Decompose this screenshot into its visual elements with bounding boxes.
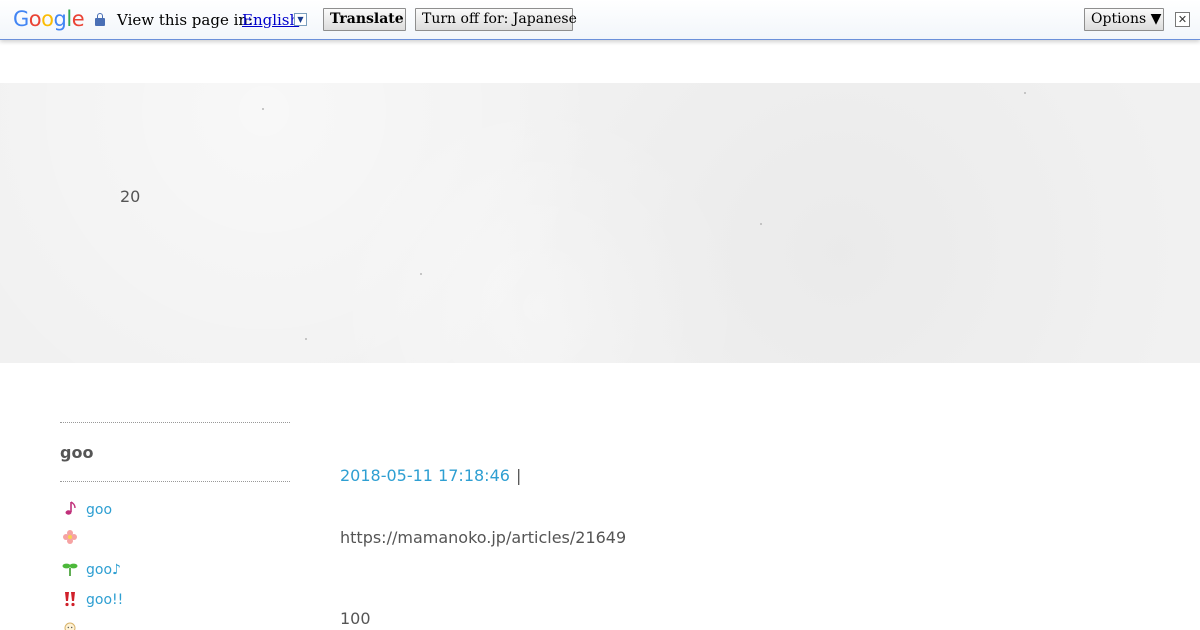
sprout-icon xyxy=(62,563,78,576)
logo-letter: o xyxy=(41,7,54,31)
post-date-link[interactable]: 2018-05-11 17:18:46 xyxy=(340,466,510,485)
post-date-line: 2018-05-11 17:18:46 | xyxy=(340,466,521,486)
sidebar-item-goo[interactable]: goo xyxy=(60,500,290,520)
logo-letter: G xyxy=(13,7,29,31)
lock-icon xyxy=(95,13,105,26)
sidebar-item-flower[interactable] xyxy=(60,528,290,548)
post-number-text: 100 xyxy=(340,609,371,628)
close-icon[interactable]: ✕ xyxy=(1175,12,1190,27)
turn-off-button[interactable]: Turn off for: Japanese xyxy=(415,8,577,31)
post-url-text: https://mamanoko.jp/articles/21649 xyxy=(340,528,627,547)
options-button[interactable]: Options ▼ xyxy=(1084,8,1164,31)
sidebar-title: goo xyxy=(60,443,94,462)
sidebar-item-goo-note[interactable]: goo♪ xyxy=(60,560,290,580)
chevron-down-icon[interactable]: ▼ xyxy=(294,13,307,26)
music-note-icon xyxy=(65,501,76,515)
language-select[interactable]: English xyxy=(242,10,299,30)
sidebar-item-label: goo xyxy=(86,502,113,518)
sidebar-item-face[interactable] xyxy=(60,618,290,630)
translate-button[interactable]: Translate xyxy=(323,8,406,31)
sidebar-divider xyxy=(60,481,290,482)
sidebar-item-label: goo♪ xyxy=(86,562,121,578)
double-exclamation-icon xyxy=(65,592,75,607)
sidebar-divider xyxy=(60,422,290,423)
logo-letter: o xyxy=(28,7,42,31)
banner-text: 20 xyxy=(120,187,141,206)
face-icon xyxy=(64,622,76,630)
google-logo: Google xyxy=(13,6,85,32)
logo-letter: g xyxy=(53,7,67,31)
sidebar-item-goo-exclaim[interactable]: goo!! xyxy=(60,590,290,610)
translate-bar: Google View this page in: English ▼ Tran… xyxy=(0,0,1200,40)
logo-letter: e xyxy=(71,7,85,31)
sidebar-item-label: goo!! xyxy=(86,592,124,608)
flower-icon xyxy=(63,530,77,544)
header-banner: 20 xyxy=(0,83,1200,363)
view-page-label: View this page in: xyxy=(117,11,254,29)
post-separator: | xyxy=(515,466,522,485)
